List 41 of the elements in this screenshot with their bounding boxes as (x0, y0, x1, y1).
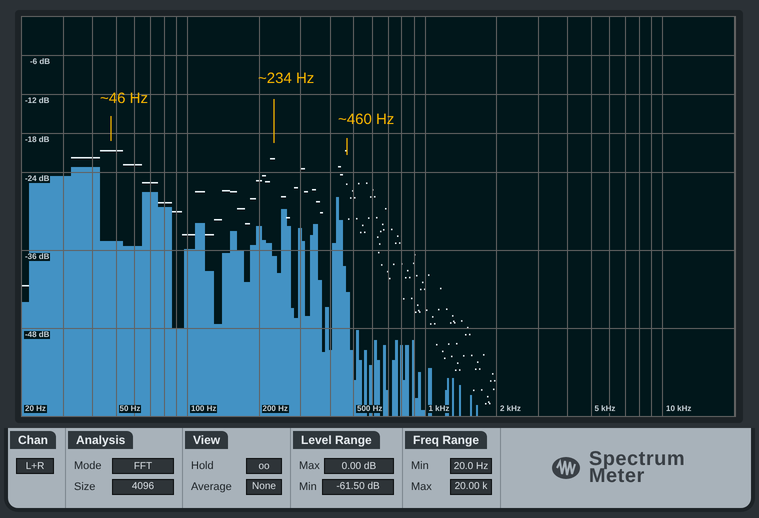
value-field[interactable]: -61.50 dB (322, 478, 394, 495)
peak-annotation: ~234 Hz (258, 71, 314, 86)
field-label: Max (411, 480, 432, 494)
peak-annotation: ~460 Hz (338, 112, 394, 127)
value-field[interactable]: oo (246, 458, 282, 474)
marker-line (346, 138, 348, 155)
value-field[interactable]: 0.00 dB (324, 458, 394, 474)
field-label: Max (299, 459, 320, 474)
axis-label: -36 dB (24, 253, 50, 261)
value-field[interactable]: FFT (112, 458, 174, 474)
logo-icon (550, 456, 581, 480)
logo-text: Spectrum (588, 451, 686, 468)
axis-label: 500 Hz (356, 405, 384, 413)
axis-label: 200 Hz (262, 405, 289, 413)
value-field[interactable]: 20.0 Hz (450, 458, 492, 474)
axis-label: -18 dB (24, 136, 50, 144)
field-label: Hold (191, 459, 214, 474)
peak-annotation: ~46 Hz (100, 91, 148, 106)
field-label: Min (411, 459, 429, 474)
axis-label: 5 kHz (594, 405, 616, 413)
axis-label: -6 dB (29, 58, 51, 66)
axis-label: -48 dB (24, 331, 50, 339)
logo-text: Meter (588, 468, 645, 485)
axis-label: 1 kHz (428, 405, 450, 413)
axis-label: 20 Hz (24, 405, 47, 413)
value-field[interactable]: L+R (16, 458, 54, 474)
axis-label: 100 Hz (190, 405, 218, 413)
marker-line (273, 99, 275, 143)
value-field[interactable]: None (246, 478, 282, 495)
marker-line (110, 116, 112, 141)
field-label: Min (299, 480, 317, 494)
axis-label: 2 kHz (499, 405, 522, 413)
field-label: Size (74, 480, 96, 494)
value-field[interactable]: 20.00 k (450, 478, 492, 495)
axis-label: -24 dB (24, 175, 50, 183)
field-label: Mode (74, 459, 102, 474)
axis-label: 10 kHz (665, 405, 692, 413)
value-field[interactable]: 4096 (112, 478, 174, 495)
field-label: Average (191, 480, 232, 494)
axis-label: -12 dB (24, 97, 50, 105)
axis-label: 50 Hz (118, 405, 142, 413)
